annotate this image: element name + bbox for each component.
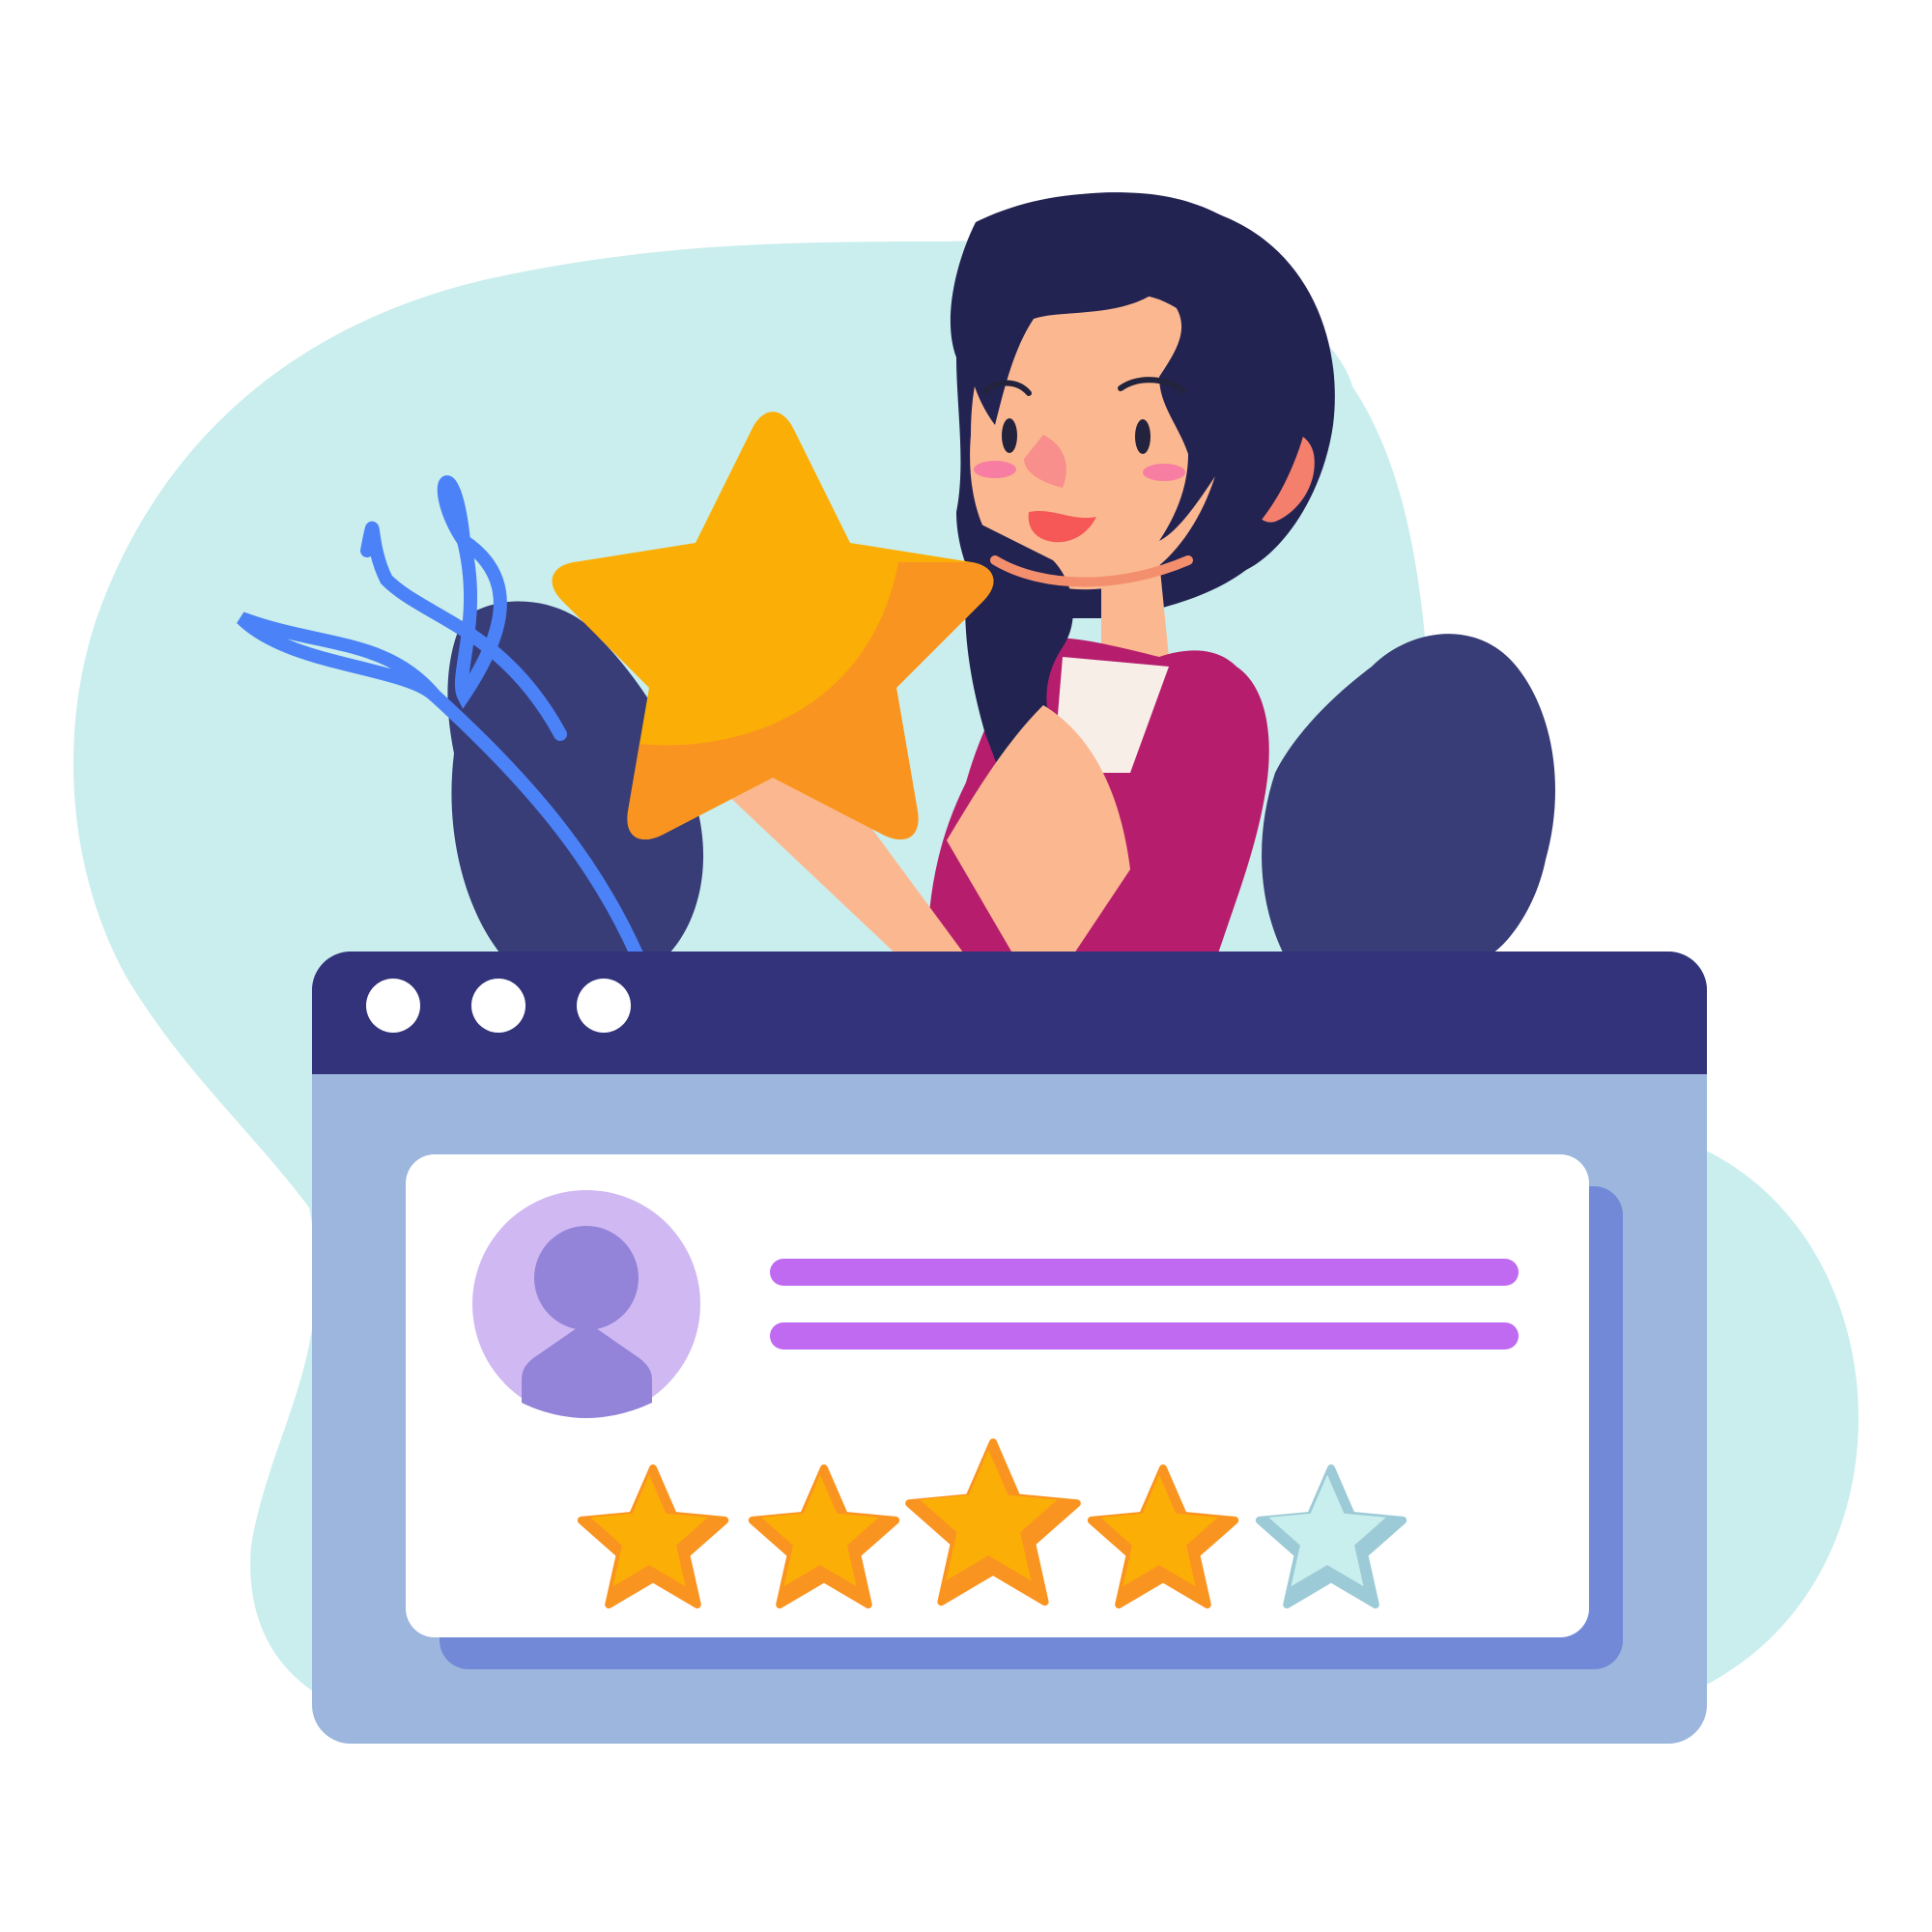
window-dot-3[interactable] (577, 979, 631, 1033)
window-dot-2[interactable] (471, 979, 526, 1033)
illustration-canvas (0, 0, 1932, 1932)
review-text-line-2 (770, 1322, 1519, 1350)
right-eye (1135, 419, 1151, 454)
avatar (472, 1190, 700, 1418)
window-dot-1[interactable] (366, 979, 420, 1033)
browser-window (312, 952, 1707, 1744)
review-illustration (73, 192, 1859, 1744)
left-blush (974, 461, 1016, 478)
review-text-line-1 (770, 1259, 1519, 1286)
left-eye (1002, 418, 1017, 453)
right-blush (1143, 464, 1185, 481)
